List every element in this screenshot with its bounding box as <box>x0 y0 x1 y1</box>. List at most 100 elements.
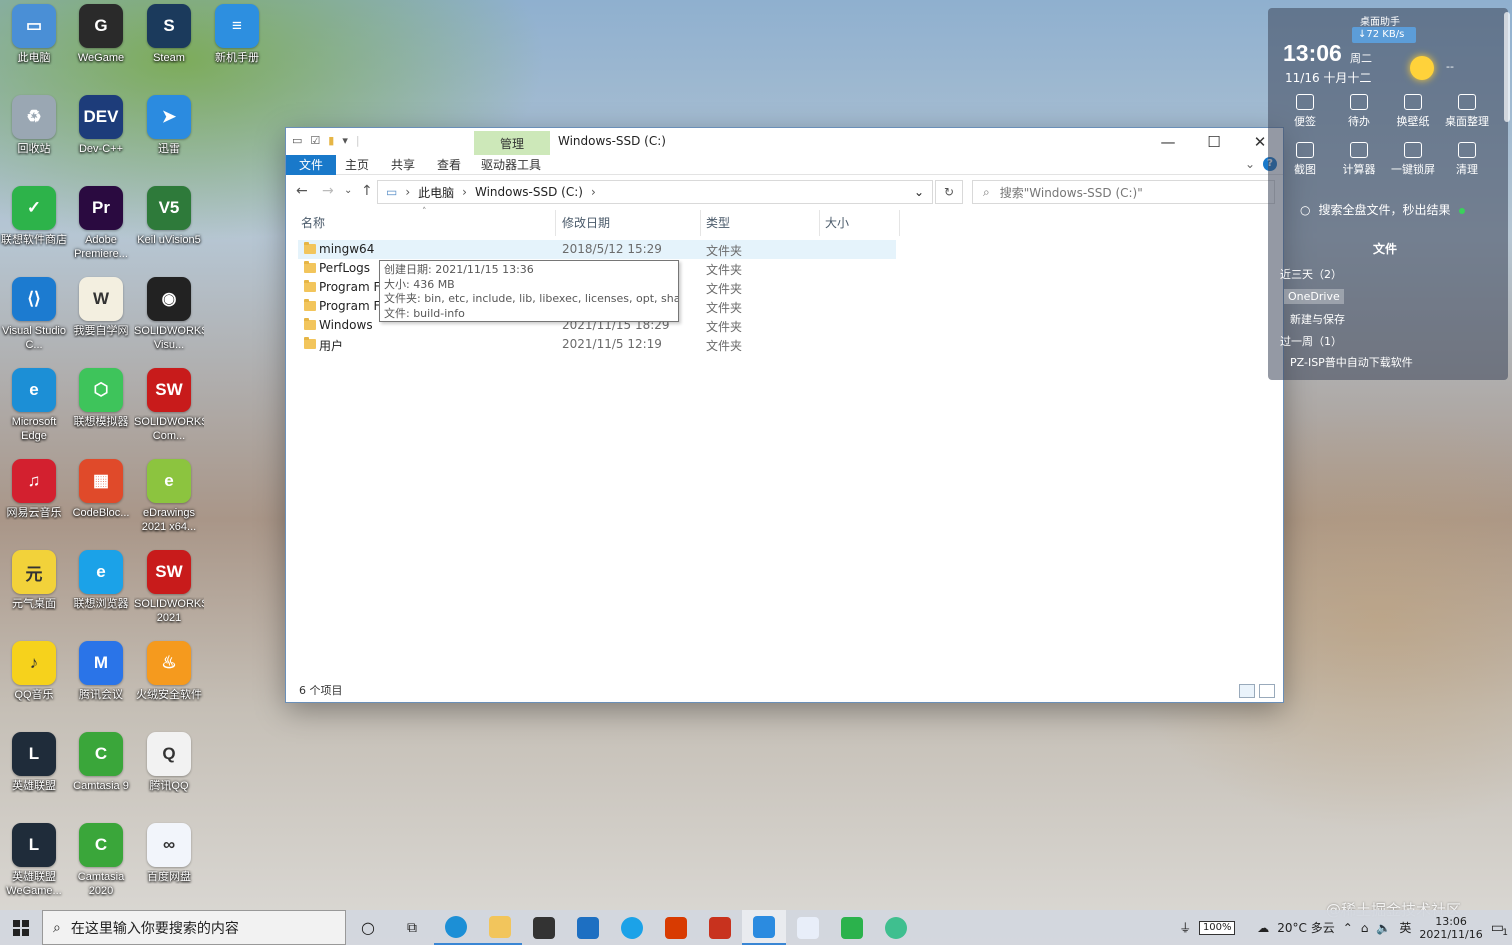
properties-icon[interactable]: ☑ <box>310 134 320 147</box>
desktop-icon[interactable]: G WeGame <box>67 4 135 92</box>
back-icon[interactable]: ← <box>296 183 308 199</box>
widget-tool-button[interactable]: 一键锁屏 <box>1384 142 1442 177</box>
minimize-button[interactable]: — <box>1145 128 1191 155</box>
desktop-icon[interactable]: ▦ CodeBloc... <box>67 459 135 547</box>
widget-tool-button[interactable]: 清理 <box>1438 142 1496 177</box>
drive-icon[interactable]: ▭ <box>292 134 302 147</box>
desktop-icon[interactable]: e eDrawings 2021 x64... <box>135 459 203 547</box>
desktop-icon[interactable]: Q 腾讯QQ <box>135 732 203 820</box>
desktop-icon[interactable]: C Camtasia 2020 <box>67 823 135 911</box>
xunlei-taskbar-icon[interactable] <box>742 910 786 945</box>
desktop-icon[interactable]: e 联想浏览器 <box>67 550 135 638</box>
show-hidden-icons-icon[interactable]: ⌃ <box>1343 921 1353 935</box>
tab-home[interactable]: 主页 <box>341 155 373 175</box>
refresh-button[interactable]: ↻ <box>935 180 963 204</box>
tab-drive-tools[interactable]: 驱动器工具 <box>478 155 544 175</box>
file-explorer-taskbar-icon[interactable] <box>478 910 522 945</box>
address-dropdown-icon[interactable]: ⌄ <box>914 185 924 199</box>
desktop-icon[interactable]: L 英雄联盟 <box>0 732 68 820</box>
network-icon[interactable]: ⌂ <box>1361 921 1369 935</box>
widget-tool-button[interactable]: 换壁纸 <box>1384 94 1442 129</box>
lenovo-browser-taskbar-icon[interactable] <box>610 910 654 945</box>
table-row[interactable]: 用户 2021/11/5 12:19 文件夹 <box>298 335 898 354</box>
desktop-icon[interactable]: ∞ 百度网盘 <box>135 823 203 911</box>
office-taskbar-icon[interactable] <box>654 910 698 945</box>
address-bar[interactable]: ▭ › 此电脑 › Windows-SSD (C:) › ⌄ <box>377 180 933 204</box>
customize-qat-icon[interactable]: ▾ <box>342 134 348 147</box>
desktop-icon[interactable]: M 腾讯会议 <box>67 641 135 729</box>
recent-locations-icon[interactable]: ⌄ <box>344 185 352 196</box>
up-icon[interactable]: ↑ <box>361 183 373 199</box>
widget-search[interactable]: 搜索全盘文件，秒出结果 <box>1300 201 1465 218</box>
battery-indicator[interactable]: 100% <box>1199 920 1236 935</box>
desktop-icon[interactable]: ≡ 新机手册 <box>203 4 271 92</box>
desktop-icon[interactable]: ⬡ 联想模拟器 <box>67 368 135 456</box>
tab-view[interactable]: 查看 <box>433 155 465 175</box>
cortana-icon[interactable]: ○ <box>346 910 390 945</box>
desktop-icon[interactable]: ♪ QQ音乐 <box>0 641 68 729</box>
taskbar-search[interactable]: ⌕ 在这里输入你要搜索的内容 <box>42 910 346 945</box>
task-view-icon[interactable]: ⧉ <box>390 910 434 945</box>
desktop-icon[interactable]: ♫ 网易云音乐 <box>0 459 68 547</box>
taskbar-clock[interactable]: 13:06 2021/11/16 <box>1419 915 1482 941</box>
widget-tool-button[interactable]: 截图 <box>1276 142 1334 177</box>
desktop-icon[interactable]: S Steam <box>135 4 203 92</box>
breadcrumb-chevron-icon[interactable]: › <box>462 185 467 199</box>
recent-three-days[interactable]: 近三天（2） <box>1280 266 1342 282</box>
desktop-icon[interactable]: SW SOLIDWORKS 2021 <box>134 550 204 638</box>
desktop-icon[interactable]: Pr Adobe Premiere... <box>67 186 135 274</box>
widget-tool-button[interactable]: 计算器 <box>1330 142 1388 177</box>
desktop-icon[interactable]: W 我要自学网 <box>67 277 135 365</box>
desktop-icon[interactable]: ⟨⟩ Visual Studio C... <box>0 277 68 365</box>
desktop-icon[interactable]: e Microsoft Edge <box>0 368 68 456</box>
past-week[interactable]: 过一周（1） <box>1280 333 1342 349</box>
store-taskbar-icon[interactable] <box>522 910 566 945</box>
desktop-icon[interactable]: ▭ 此电脑 <box>0 4 68 92</box>
onedrive-item[interactable]: OneDrive <box>1284 289 1344 304</box>
maximize-button[interactable]: ☐ <box>1191 128 1237 155</box>
desktop-icon[interactable]: ✓ 联想软件商店 <box>0 186 68 274</box>
breadcrumb-drive[interactable]: Windows-SSD (C:) <box>475 185 583 199</box>
search-box[interactable]: ⌕ 搜索"Windows-SSD (C:)" <box>972 180 1275 204</box>
column-date[interactable]: 修改日期 <box>559 210 701 236</box>
office2-taskbar-icon[interactable] <box>698 910 742 945</box>
column-size[interactable]: 大小 <box>822 210 900 236</box>
pz-isp-item[interactable]: PZ-ISP普中自动下载软件 <box>1290 354 1413 370</box>
desktop-icon[interactable]: C Camtasia 9 <box>67 732 135 820</box>
weather-text[interactable]: 20°C 多云 <box>1277 919 1334 936</box>
table-row[interactable]: mingw64 2018/5/12 15:29 文件夹 <box>298 240 896 259</box>
widget-tool-button[interactable]: 便签 <box>1276 94 1334 129</box>
desktop-icon[interactable]: L 英雄联盟WeGame... <box>0 823 68 911</box>
desktop-icon[interactable]: ◉ SOLIDWORKS Visu... <box>134 277 204 365</box>
wechat-taskbar-icon[interactable] <box>830 910 874 945</box>
desktop-icon[interactable]: ♻ 回收站 <box>0 95 68 183</box>
new-and-save-item[interactable]: 新建与保存 <box>1290 311 1345 327</box>
start-button[interactable] <box>0 910 42 945</box>
widget-tool-button[interactable]: 桌面整理 <box>1438 94 1496 129</box>
desktop-icon[interactable]: SW SOLIDWORKS Com... <box>134 368 204 456</box>
tab-file[interactable]: 文件 <box>286 155 336 175</box>
widget-tool-button[interactable]: 待办 <box>1330 94 1388 129</box>
assistant-taskbar-icon[interactable] <box>874 910 918 945</box>
desktop-icon[interactable]: DEV Dev-C++ <box>67 95 135 183</box>
forward-icon[interactable]: → <box>322 183 334 199</box>
notification-icon[interactable]: ▭ 1 <box>1491 920 1508 938</box>
ime-indicator[interactable]: 英 <box>1399 919 1411 936</box>
volume-icon[interactable]: 🔈 <box>1376 921 1391 935</box>
breadcrumb-this-pc[interactable]: 此电脑 <box>418 184 454 201</box>
column-type[interactable]: 类型 <box>703 210 820 236</box>
desktop-icon[interactable]: ♨ 火绒安全软件 <box>135 641 203 729</box>
new-folder-icon[interactable]: ▮ <box>328 134 334 147</box>
desktop-icon[interactable]: 元元气桌面 <box>0 550 68 638</box>
baidu-netdisk-taskbar-icon[interactable] <box>786 910 830 945</box>
large-icons-view-button[interactable] <box>1259 684 1275 698</box>
tab-share[interactable]: 共享 <box>387 155 419 175</box>
breadcrumb-chevron-icon[interactable]: › <box>405 185 410 199</box>
expand-ribbon-icon[interactable]: ⌄ <box>1245 157 1255 171</box>
breadcrumb-chevron-icon[interactable]: › <box>591 185 596 199</box>
edge-taskbar-icon[interactable] <box>434 910 478 945</box>
desktop-icon[interactable]: ➤ 迅雷 <box>135 95 203 183</box>
widget-scrollbar[interactable] <box>1504 12 1510 122</box>
tab-manage[interactable]: 管理 <box>474 131 550 155</box>
column-name[interactable]: 名称 <box>298 210 556 236</box>
